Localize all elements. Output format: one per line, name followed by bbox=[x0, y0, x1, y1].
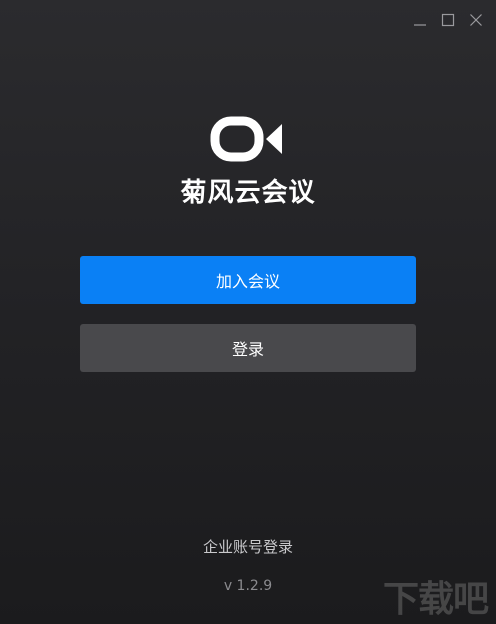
video-camera-logo-icon bbox=[210, 116, 282, 162]
join-meeting-label: 加入会议 bbox=[215, 272, 280, 291]
join-meeting-button[interactable]: 加入会议 bbox=[80, 256, 416, 304]
minimize-icon bbox=[414, 24, 426, 26]
app-window: 菊风云会议 加入会议 登录 企业账号登录 v 1.2.9 下载吧 bbox=[0, 0, 496, 624]
app-title: 菊风云会议 bbox=[180, 178, 316, 208]
close-icon bbox=[470, 14, 482, 26]
window-controls bbox=[408, 8, 488, 32]
maximize-icon bbox=[441, 13, 455, 27]
login-label: 登录 bbox=[231, 340, 264, 359]
login-button[interactable]: 登录 bbox=[80, 324, 416, 372]
minimize-button[interactable] bbox=[408, 8, 432, 32]
enterprise-login-link[interactable]: 企业账号登录 bbox=[0, 536, 496, 557]
watermark-logo: 下载吧 bbox=[382, 579, 489, 620]
close-button[interactable] bbox=[464, 8, 488, 32]
maximize-button[interactable] bbox=[436, 8, 460, 32]
